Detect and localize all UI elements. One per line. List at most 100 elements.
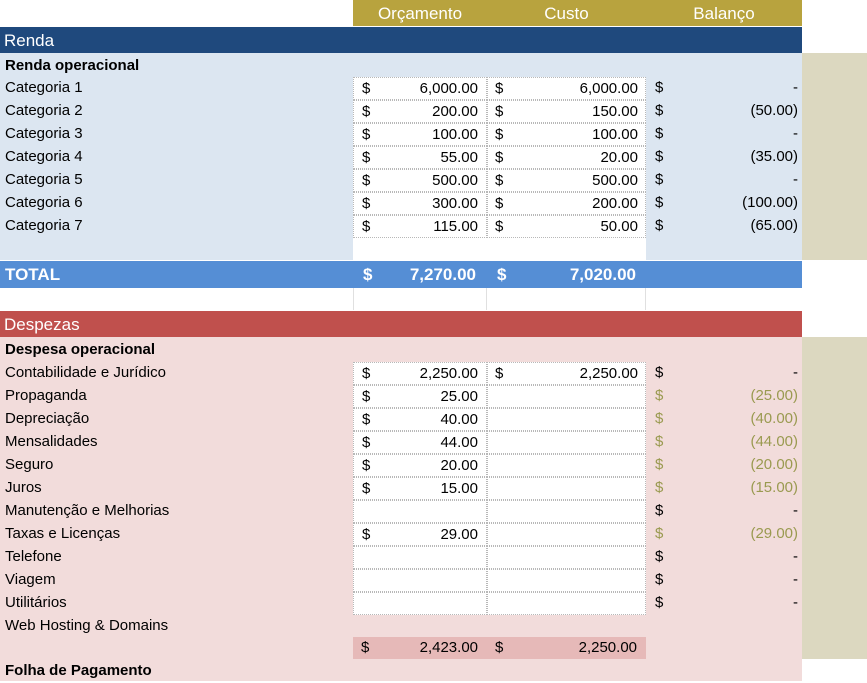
income-subheading: Renda operacional (5, 57, 140, 74)
income-budget-cell[interactable]: $115.00 (353, 215, 487, 238)
budget-value: 2,250.00 (419, 365, 478, 382)
balance-currency: $ (655, 387, 664, 404)
total-cost-value[interactable]: 7,020.00 (520, 265, 636, 285)
balance-value[interactable]: - (680, 79, 798, 96)
cost-value: 200.00 (592, 195, 638, 212)
cost-value: 500.00 (592, 172, 638, 189)
budget-currency: $ (362, 172, 371, 189)
total-label: TOTAL (5, 265, 61, 284)
expense-cost-cell[interactable] (487, 431, 646, 454)
spacer-cell-cost[interactable] (487, 288, 646, 310)
spacer-cell-budget[interactable] (353, 288, 487, 310)
budget-currency: $ (362, 80, 371, 97)
balance-value[interactable]: (40.00) (680, 410, 798, 427)
expenses-side-panel (802, 337, 867, 659)
income-budget-cell[interactable]: $100.00 (353, 123, 487, 146)
expense-budget-cell[interactable] (353, 592, 487, 615)
income-cost-cell[interactable]: $6,000.00 (487, 77, 646, 100)
balance-value[interactable]: (44.00) (680, 433, 798, 450)
income-section-title[interactable]: Renda (0, 27, 802, 53)
balance-value[interactable]: (100.00) (680, 194, 798, 211)
subtotal-cost-value[interactable]: 2,250.00 (513, 639, 637, 656)
budget-value: 115.00 (433, 218, 478, 235)
balance-value[interactable]: (15.00) (680, 479, 798, 496)
expense-budget-cell[interactable] (353, 569, 487, 592)
income-budget-cell[interactable]: $200.00 (353, 100, 487, 123)
budget-currency: $ (362, 411, 371, 428)
income-row-label: Categoria 7 (5, 217, 83, 234)
balance-currency: $ (655, 217, 664, 234)
expense-cost-cell[interactable] (487, 477, 646, 500)
balance-value[interactable]: - (680, 502, 798, 519)
income-budget-cell[interactable]: $500.00 (353, 169, 487, 192)
expense-budget-cell[interactable]: $20.00 (353, 454, 487, 477)
balance-currency: $ (655, 502, 664, 519)
col-header-cost[interactable]: Custo (487, 0, 646, 26)
cost-currency: $ (495, 195, 504, 212)
cost-currency: $ (495, 126, 504, 143)
balance-value[interactable]: - (680, 364, 798, 381)
expense-cost-cell[interactable] (487, 454, 646, 477)
expense-cost-cell[interactable] (487, 500, 646, 523)
expense-cost-cell[interactable] (487, 546, 646, 569)
income-blank-cells[interactable] (353, 238, 646, 260)
income-budget-cell[interactable]: $300.00 (353, 192, 487, 215)
expense-budget-cell[interactable]: $15.00 (353, 477, 487, 500)
balance-currency: $ (655, 479, 664, 496)
income-cost-cell[interactable]: $50.00 (487, 215, 646, 238)
total-budget-value[interactable]: 7,270.00 (380, 265, 476, 285)
balance-value[interactable]: - (680, 171, 798, 188)
expenses-subheading: Despesa operacional (5, 341, 156, 358)
income-row: Categoria 1 $6,000.00 $6,000.00 $ - (0, 77, 802, 100)
budget-value: 20.00 (440, 457, 478, 474)
cost-currency: $ (495, 149, 504, 166)
balance-value[interactable]: (35.00) (680, 148, 798, 165)
balance-value[interactable]: (25.00) (680, 387, 798, 404)
income-cost-cell[interactable]: $20.00 (487, 146, 646, 169)
cost-value: 150.00 (592, 103, 638, 120)
expense-budget-cell[interactable]: $44.00 (353, 431, 487, 454)
expense-budget-cell[interactable]: $25.00 (353, 385, 487, 408)
payroll-heading-row: Folha de Pagamento (0, 660, 802, 683)
expense-cost-cell[interactable]: $2,250.00 (487, 362, 646, 385)
income-row: Categoria 7 $115.00 $50.00 $ (65.00) (0, 215, 802, 238)
balance-value[interactable]: (65.00) (680, 217, 798, 234)
col-header-balance[interactable]: Balanço (646, 0, 802, 26)
income-budget-cell[interactable]: $6,000.00 (353, 77, 487, 100)
income-row-label: Categoria 5 (5, 171, 83, 188)
subtotal-budget-value[interactable]: 2,423.00 (383, 639, 478, 656)
expense-cost-cell[interactable] (487, 569, 646, 592)
expense-budget-cell[interactable]: $2,250.00 (353, 362, 487, 385)
expense-budget-cell[interactable]: $40.00 (353, 408, 487, 431)
income-cost-cell[interactable]: $500.00 (487, 169, 646, 192)
balance-currency: $ (655, 194, 664, 211)
expense-cost-cell[interactable] (487, 523, 646, 546)
income-cost-cell[interactable]: $150.00 (487, 100, 646, 123)
expenses-section-title[interactable]: Despezas (0, 311, 802, 337)
balance-value[interactable]: - (680, 594, 798, 611)
expense-budget-cell[interactable]: $29.00 (353, 523, 487, 546)
income-budget-cell[interactable]: $55.00 (353, 146, 487, 169)
balance-value[interactable]: (50.00) (680, 102, 798, 119)
expense-cost-cell[interactable] (487, 385, 646, 408)
expense-budget-cell[interactable] (353, 500, 487, 523)
income-cost-cell[interactable]: $100.00 (487, 123, 646, 146)
expense-cost-cell[interactable] (487, 592, 646, 615)
expense-row: Seguro $20.00 $ (20.00) (0, 454, 802, 477)
income-row-label: Categoria 3 (5, 125, 83, 142)
col-header-budget[interactable]: Orçamento (353, 0, 487, 26)
budget-currency: $ (362, 480, 371, 497)
balance-value[interactable]: - (680, 125, 798, 142)
budget-value: 55.00 (440, 149, 478, 166)
balance-currency: $ (655, 571, 664, 588)
balance-value[interactable]: (20.00) (680, 456, 798, 473)
income-cost-cell[interactable]: $200.00 (487, 192, 646, 215)
expense-cost-cell[interactable] (487, 408, 646, 431)
budget-currency: $ (362, 434, 371, 451)
balance-value[interactable]: (29.00) (680, 525, 798, 542)
balance-value[interactable]: - (680, 548, 798, 565)
expense-budget-cell[interactable] (353, 546, 487, 569)
balance-currency: $ (655, 79, 664, 96)
balance-value[interactable]: - (680, 571, 798, 588)
budget-currency: $ (362, 457, 371, 474)
